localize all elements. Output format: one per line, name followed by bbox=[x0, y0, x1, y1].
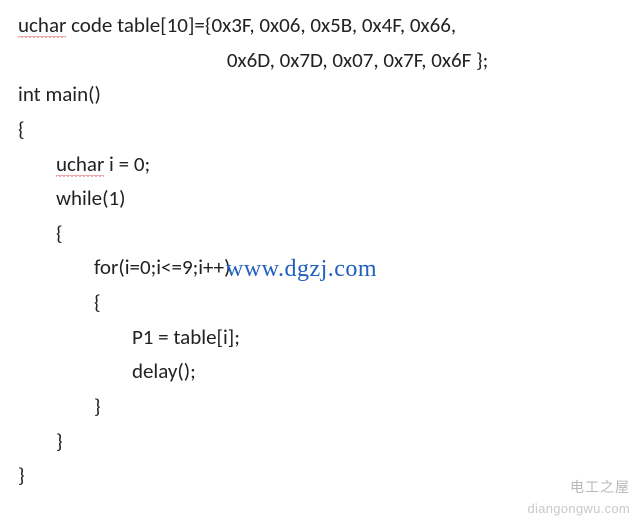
code-line-14: } bbox=[18, 462, 25, 488]
code-line-3: int main() bbox=[18, 81, 101, 107]
code-block: uchar code table[10]={0x3F, 0x06, 0x5B, … bbox=[0, 0, 640, 501]
squiggle-uchar-1: uchar bbox=[18, 12, 66, 39]
code-line-8: for(i=0;i<=9;i++) bbox=[18, 254, 231, 280]
code-line-13: } bbox=[18, 428, 63, 454]
code-line-9: { bbox=[18, 289, 101, 315]
code-line-7: { bbox=[18, 220, 63, 246]
code-line-1: uchar code table[10]={0x3F, 0x06, 0x5B, … bbox=[18, 12, 456, 39]
code-line-2: 0x6D, 0x7D, 0x07, 0x7F, 0x6F }; bbox=[18, 47, 488, 73]
code-line-11: delay(); bbox=[18, 358, 196, 384]
code-line-5: uchar i = 0; bbox=[18, 151, 150, 178]
squiggle-uchar-2: uchar bbox=[56, 151, 104, 178]
code-line-10: P1 = table[i]; bbox=[18, 324, 240, 350]
code-line-4: { bbox=[18, 116, 25, 142]
code-line-6: while(1) bbox=[18, 185, 126, 211]
code-line-12: } bbox=[18, 393, 101, 419]
